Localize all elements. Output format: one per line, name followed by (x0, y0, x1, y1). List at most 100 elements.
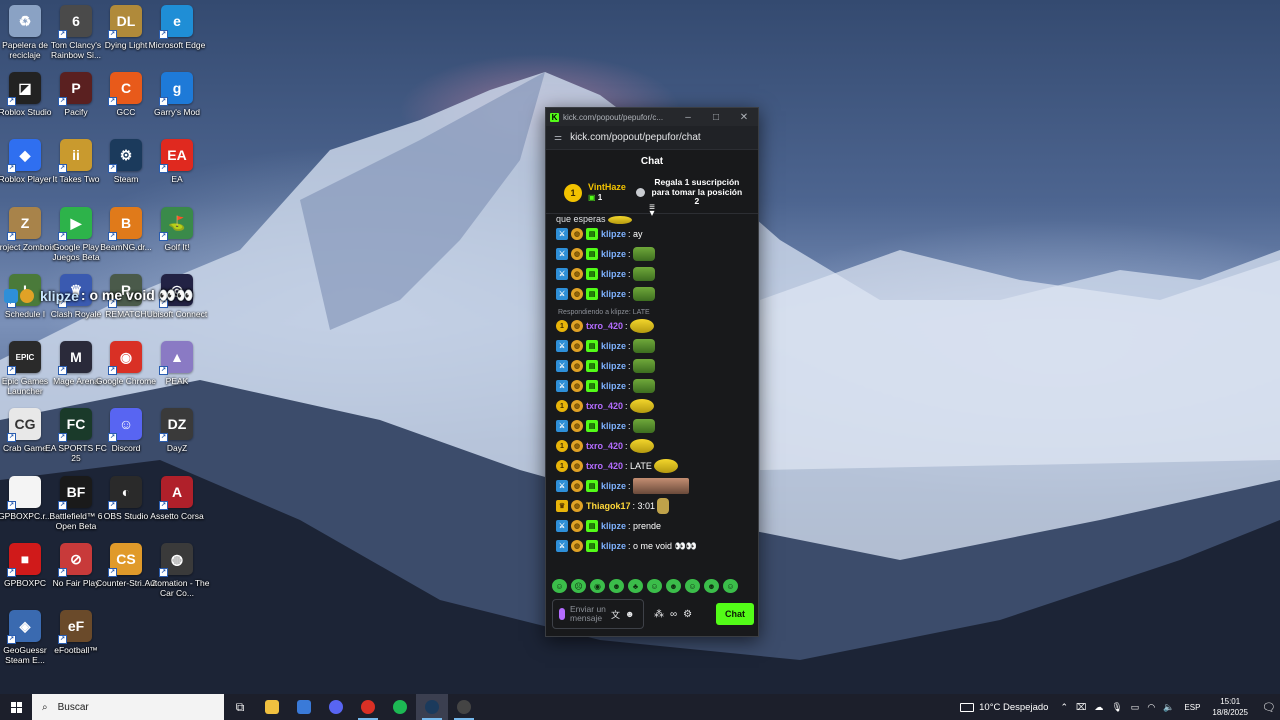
desktop-icon[interactable]: ⛳ ↗ Golf It! (144, 207, 210, 252)
shortcut-arrow-icon: ↗ (7, 568, 16, 577)
settings-gear-icon[interactable]: ⚙ (683, 609, 692, 620)
obs-icon[interactable] (448, 694, 480, 720)
chat-message[interactable]: 1 ◍ txro_420: LATE (556, 456, 758, 476)
spotify-icon[interactable] (384, 694, 416, 720)
notifications-icon[interactable]: 🗨 (1258, 701, 1280, 714)
microphone-icon[interactable] (559, 608, 565, 620)
chat-message[interactable]: 1 ◍ txro_420: (556, 436, 758, 456)
store-icon[interactable] (288, 694, 320, 720)
site-info-icon[interactable]: ⚌ (554, 132, 562, 143)
edge-icon: e ↗ (159, 5, 193, 39)
chat-username[interactable]: klipze (601, 481, 626, 491)
close-button[interactable]: ✕ (730, 112, 758, 123)
emote-shortcut-icon[interactable]: ☺ (647, 579, 662, 593)
chat-message[interactable]: ⚔ ◍ ▤ klipze: (556, 376, 758, 396)
microphone-tray-icon[interactable]: 🎙 (1111, 702, 1122, 713)
address-bar[interactable]: ⚌ kick.com/popout/pepufor/chat (546, 126, 758, 150)
chat-message[interactable]: 1 ◍ txro_420: (556, 316, 758, 336)
chat-username[interactable]: klipze (601, 249, 626, 259)
emoji-icon[interactable]: ☻ (625, 609, 634, 619)
chat-username[interactable]: klipze (601, 269, 626, 279)
chat-username[interactable]: klipze (601, 421, 626, 431)
chat-username[interactable]: klipze (601, 521, 626, 531)
steam-icon[interactable] (416, 694, 448, 720)
chat-username[interactable]: Thiagok17 (586, 501, 631, 511)
chat-message[interactable]: ⚔ ◍ ▤ klipze: (556, 356, 758, 376)
weather-widget[interactable]: 10°C Despejado (960, 702, 1048, 713)
desktop-icon[interactable]: A ↗ Assetto Corsa (144, 476, 210, 521)
start-button[interactable] (0, 694, 32, 720)
desktop-icon[interactable]: DZ ↗ DayZ (144, 408, 210, 453)
desktop-icon[interactable]: ▲ ↗ PEAK (144, 341, 210, 386)
chat-input-row: Enviar un mensaje 文 ☻ ⁂ ∞ ⚙ Chat (552, 599, 754, 629)
chat-text: : o me void 👀👀 (628, 540, 697, 551)
emote-shortcut-icon[interactable]: ☻ (704, 579, 719, 593)
volume-icon[interactable]: 🔈 (1163, 702, 1174, 713)
chat-username[interactable]: txro_420 (586, 321, 623, 331)
chat-message[interactable]: ⚔ ◍ ▤ klipze: (556, 284, 758, 304)
desktop-icon-label: Dying Light (104, 40, 148, 50)
chat-username[interactable]: klipze (601, 541, 626, 551)
send-chat-button[interactable]: Chat (716, 603, 754, 625)
chat-message[interactable]: ⚔ ◍ ▤ klipze: (556, 264, 758, 284)
chat-input[interactable]: Enviar un mensaje 文 ☻ (552, 599, 644, 629)
chat-message[interactable]: ⚔ ◍ ▤ klipze: (556, 244, 758, 264)
task-view-icon[interactable]: ⧉ (224, 694, 256, 720)
chat-message[interactable]: ⚔ ◍ ▤ klipze: (556, 416, 758, 436)
emote-shortcut-icon[interactable]: ♣ (628, 579, 643, 593)
maximize-button[interactable]: □ (702, 112, 730, 123)
minimize-button[interactable]: – (674, 112, 702, 123)
translate-icon[interactable]: 文 (611, 608, 620, 621)
emote-shortcut-icon[interactable]: ☺ (723, 579, 738, 593)
chat-message[interactable]: ⚔ ◍ ▤ klipze: prende (556, 516, 758, 536)
file-explorer-icon[interactable] (256, 694, 288, 720)
chat-message[interactable]: 1 ◍ txro_420: (556, 396, 758, 416)
taskbar: ⌕ Buscar ⧉ 10°C Despejado ⌃ ⌧ ☁ 🎙 ▭ ◠ 🔈 … (0, 694, 1280, 720)
infinity-icon[interactable]: ∞ (670, 609, 677, 620)
shortcut-arrow-icon: ↗ (159, 30, 168, 39)
desktop-icon[interactable]: g ↗ Garry's Mod (144, 72, 210, 117)
chevron-up-icon[interactable]: ⌃ (1060, 702, 1068, 713)
clock[interactable]: 15:01 18/8/2025 (1212, 696, 1248, 718)
desktop-icon[interactable]: eF ↗ eFootball™ (43, 610, 109, 655)
chrome-icon[interactable] (352, 694, 384, 720)
chat-username[interactable]: txro_420 (586, 401, 623, 411)
chat-username[interactable]: txro_420 (586, 461, 623, 471)
wifi-icon[interactable]: ◠ (1147, 702, 1155, 713)
chat-message[interactable]: ♛ ◍ Thiagok17: 3:01 (556, 496, 758, 516)
language-indicator[interactable]: ESP (1184, 703, 1200, 712)
desktop-icon-label: Schedule I (4, 309, 46, 319)
emote-shortcut-icon[interactable]: ☻ (666, 579, 681, 593)
discord-icon[interactable] (320, 694, 352, 720)
desktop-icon[interactable]: ◍ ↗ Automation - The Car Co... (144, 543, 210, 598)
emote-shortcut-icon[interactable]: ☻ (609, 579, 624, 593)
network-icon[interactable]: ⌧ (1076, 702, 1086, 713)
gift-leaderboard[interactable]: 1 VintHaze ▣ 1 Regala 1 suscripción para… (546, 172, 758, 219)
chat-message[interactable]: ⚔ ◍ ▤ klipze: o me void 👀👀 (556, 536, 758, 556)
emote-shortcut-icon[interactable]: ☹ (571, 579, 586, 593)
chat-message[interactable]: ⚔ ◍ ▤ klipze: ay (556, 224, 758, 244)
chat-username[interactable]: txro_420 (586, 441, 623, 451)
chat-message[interactable]: ⚔ ◍ ▤ klipze: (556, 476, 758, 496)
chat-text: : (628, 421, 631, 431)
chat-username[interactable]: klipze (601, 289, 626, 299)
emote-shortcut-icon[interactable]: ☺ (552, 579, 567, 593)
shortcut-arrow-icon: ↗ (159, 97, 168, 106)
emote-shortcut-icon[interactable]: ☺ (685, 579, 700, 593)
chat-username[interactable]: klipze (601, 341, 626, 351)
coin-badge-icon: ◍ (571, 340, 583, 352)
chat-username[interactable]: klipze (601, 381, 626, 391)
onedrive-icon[interactable]: ☁ (1094, 702, 1103, 713)
display-icon[interactable]: ▭ (1131, 702, 1140, 713)
expand-menu-icon[interactable]: ≡ ▾ (646, 203, 658, 219)
chat-username[interactable]: klipze (601, 361, 626, 371)
users-icon[interactable]: ⁂ (654, 609, 664, 620)
chat-message[interactable]: ⚔ ◍ ▤ klipze: (556, 336, 758, 356)
desktop-icon[interactable]: e ↗ Microsoft Edge (144, 5, 210, 50)
taskbar-search[interactable]: ⌕ Buscar (32, 694, 224, 720)
pacify-icon: P ↗ (58, 72, 92, 106)
desktop-icon[interactable]: EA ↗ EA (144, 139, 210, 184)
gifter-badge-icon: 1 (556, 400, 568, 412)
chat-username[interactable]: klipze (601, 229, 626, 239)
emote-shortcut-icon[interactable]: ◉ (590, 579, 605, 593)
